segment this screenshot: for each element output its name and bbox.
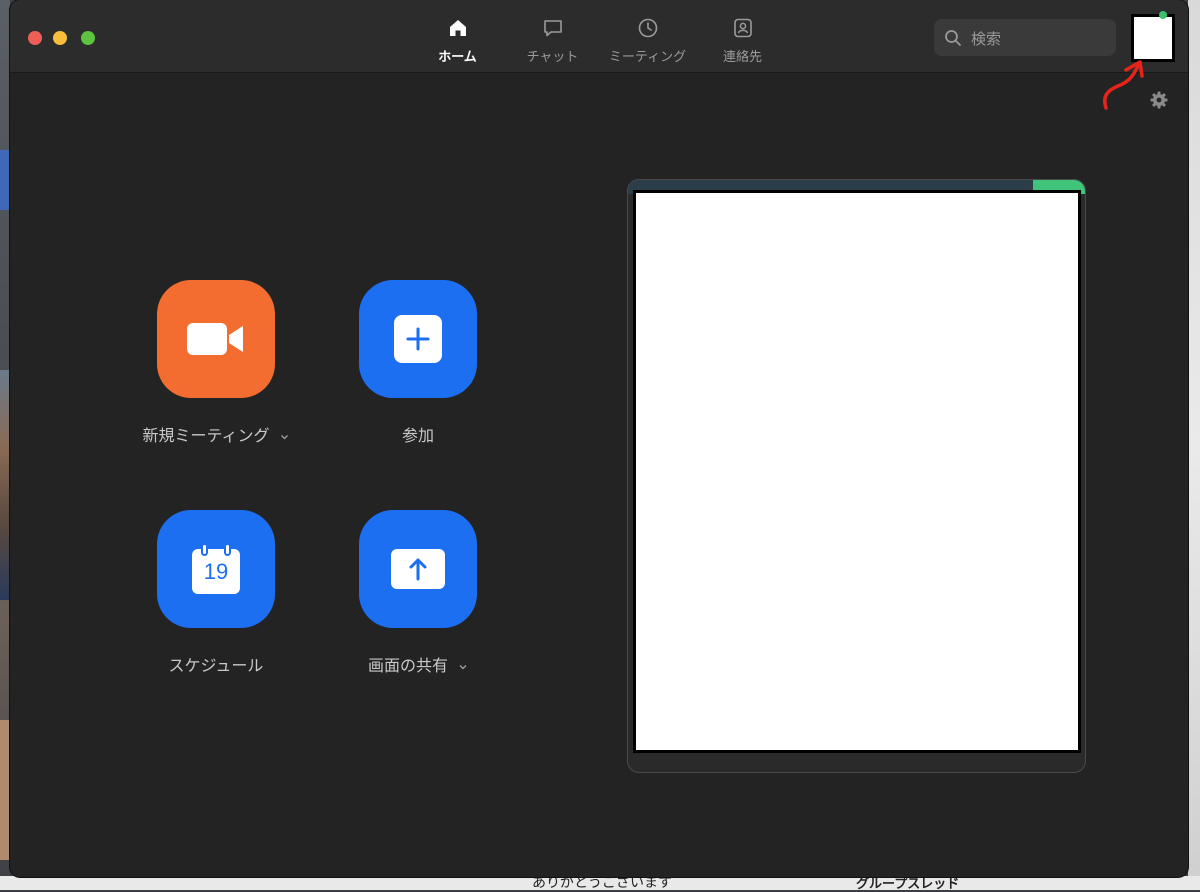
share-screen-button[interactable] <box>359 510 477 628</box>
chevron-down-icon <box>459 664 467 669</box>
schedule-button[interactable]: 19 <box>157 510 275 628</box>
desktop-background-bottom: ありがとうございます グループスレッド <box>0 875 1200 892</box>
plus-icon <box>394 315 442 363</box>
clock-icon <box>638 18 657 38</box>
home-icon <box>449 20 466 36</box>
tab-meetings-label: ミーティング <box>608 50 687 65</box>
schedule-label[interactable]: スケジュール <box>169 652 264 676</box>
desktop-background-fragment <box>0 150 10 210</box>
chat-icon <box>543 20 562 37</box>
new-meeting-label-text: 新規ミーティング <box>142 426 270 445</box>
join-action: 参加 <box>358 280 478 445</box>
tab-contacts[interactable]: 連絡先 <box>695 0 790 72</box>
search-icon <box>945 30 961 46</box>
chevron-down-icon <box>281 434 289 439</box>
new-meeting-label[interactable]: 新規ミーティング <box>142 422 289 446</box>
share-screen-action: 画面の共有 <box>358 510 478 675</box>
new-meeting-button[interactable] <box>157 280 275 398</box>
contacts-icon <box>733 18 752 38</box>
tab-chat-label: チャット <box>526 50 579 65</box>
close-window-button[interactable] <box>28 31 42 45</box>
new-meeting-action: 新規ミーティング <box>142 280 289 445</box>
title-bar: ホーム チャット ミーティング 連絡先 検索 <box>10 0 1188 73</box>
share-screen-label-text: 画面の共有 <box>367 656 449 675</box>
tab-home-label: ホーム <box>438 50 477 65</box>
join-button[interactable] <box>359 280 477 398</box>
search-box[interactable]: 検索 <box>934 19 1116 56</box>
annotation-arrow-icon <box>1103 60 1144 110</box>
search-placeholder: 検索 <box>971 30 1002 48</box>
video-camera-icon <box>187 323 243 355</box>
tab-chat[interactable]: チャット <box>505 0 600 72</box>
share-screen-label[interactable]: 画面の共有 <box>368 652 468 676</box>
tab-meetings[interactable]: ミーティング <box>600 0 695 72</box>
join-label[interactable]: 参加 <box>402 422 434 446</box>
redacted-area <box>633 190 1081 753</box>
upcoming-meeting-card <box>627 179 1086 773</box>
minimize-window-button[interactable] <box>53 31 67 45</box>
calendar-icon: 19 <box>191 543 241 595</box>
desktop-background-right <box>1188 0 1200 890</box>
desktop-background-fragment <box>0 370 10 600</box>
zoom-window-button[interactable] <box>81 31 95 45</box>
calendar-day-number: 19 <box>203 559 229 584</box>
schedule-action: 19 スケジュール <box>156 510 276 675</box>
main-nav-tabs: ホーム チャット ミーティング 連絡先 <box>410 0 790 72</box>
tab-home[interactable]: ホーム <box>410 0 505 72</box>
tab-contacts-label: 連絡先 <box>722 50 762 65</box>
zoom-app-window: ホーム チャット ミーティング 連絡先 検索 新規ミーティング 参加 19 スケ… <box>10 0 1188 877</box>
online-status-dot <box>1159 11 1167 19</box>
share-screen-icon <box>391 549 445 589</box>
desktop-background-fragment <box>0 720 10 860</box>
